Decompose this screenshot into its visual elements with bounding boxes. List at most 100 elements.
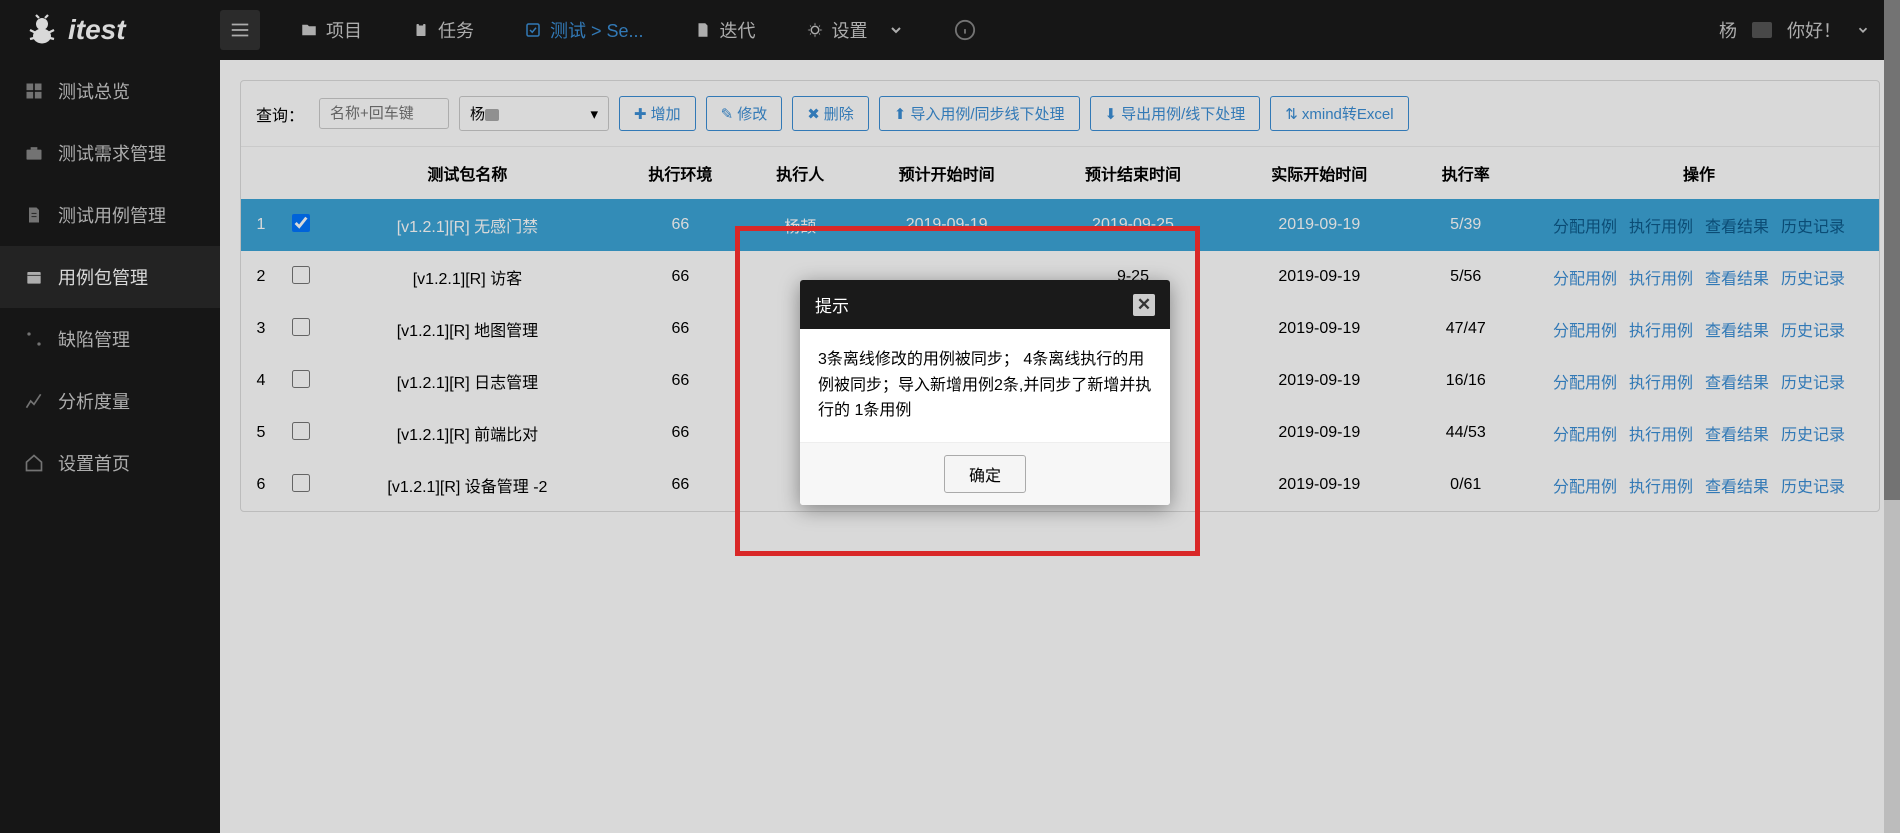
search-input[interactable] [319, 98, 449, 129]
col-env: 执行环境 [614, 147, 747, 199]
cell-actual-start: 2019-09-19 [1226, 459, 1412, 511]
sidebar-item-cases[interactable]: 测试用例管理 [0, 184, 220, 246]
op-result[interactable]: 查看结果 [1705, 317, 1769, 341]
row-checkbox[interactable] [292, 474, 310, 492]
dialog-header: 提示 ✕ [800, 280, 1170, 329]
row-checkbox[interactable] [292, 422, 310, 440]
op-exec[interactable]: 执行用例 [1629, 213, 1693, 237]
op-exec[interactable]: 执行用例 [1629, 473, 1693, 497]
row-checkbox[interactable] [292, 214, 310, 232]
sidebar-item-overview[interactable]: 测试总览 [0, 60, 220, 122]
table-header-row: 测试包名称 执行环境 执行人 预计开始时间 预计结束时间 实际开始时间 执行率 … [241, 147, 1879, 199]
cell-pkg-name: [v1.2.1][R] 地图管理 [321, 303, 614, 355]
bug-icon [24, 12, 60, 48]
nav-settings[interactable]: 设置 [806, 17, 868, 43]
op-result[interactable]: 查看结果 [1705, 473, 1769, 497]
cell-actual-start: 2019-09-19 [1226, 251, 1412, 303]
import-button[interactable]: ⬆ 导入用例/同步线下处理 [879, 96, 1080, 131]
op-exec[interactable]: 执行用例 [1629, 317, 1693, 341]
caret-down-icon: ▾ [590, 105, 598, 123]
cell-executor: 杨颉 [747, 199, 853, 251]
row-index: 2 [241, 251, 281, 303]
user-name-mask [1752, 22, 1772, 38]
table-row[interactable]: 1 [v1.2.1][R] 无感门禁 66 杨颉 2019-09-19 2019… [241, 199, 1879, 251]
op-exec[interactable]: 执行用例 [1629, 265, 1693, 289]
sidebar-item-analytics[interactable]: 分析度量 [0, 370, 220, 432]
cell-rate: 5/56 [1412, 251, 1519, 303]
add-button[interactable]: ✚ 增加 [619, 96, 696, 131]
scrollbar-track[interactable] [1884, 0, 1900, 833]
col-plan-end: 预计结束时间 [1040, 147, 1226, 199]
app-logo: itest [0, 12, 220, 48]
row-index: 4 [241, 355, 281, 407]
nav-test[interactable]: 测试 > Se... [524, 17, 644, 43]
scrollbar-thumb[interactable] [1884, 0, 1900, 500]
op-history[interactable]: 历史记录 [1781, 369, 1845, 393]
export-button[interactable]: ⬇ 导出用例/线下处理 [1090, 96, 1261, 131]
dialog-footer: 确定 [800, 442, 1170, 505]
op-result[interactable]: 查看结果 [1705, 265, 1769, 289]
cell-pkg-name: [v1.2.1][R] 前端比对 [321, 407, 614, 459]
sidebar-item-requirements[interactable]: 测试需求管理 [0, 122, 220, 184]
nav-iteration[interactable]: 迭代 [694, 17, 756, 43]
op-assign[interactable]: 分配用例 [1553, 369, 1617, 393]
toolbar: 查询： 杨 ▾ ✚ 增加 ✎ 修改 ✖ 删除 ⬆ 导入用例/同步线下处理 ⬇ 导… [241, 81, 1879, 147]
dashboard-icon [24, 81, 44, 101]
op-assign[interactable]: 分配用例 [1553, 473, 1617, 497]
dialog-title: 提示 [815, 292, 849, 317]
row-checkbox[interactable] [292, 318, 310, 336]
sidebar-item-settings-home[interactable]: 设置首页 [0, 432, 220, 494]
cell-actual-start: 2019-09-19 [1226, 355, 1412, 407]
user-greeting[interactable]: 杨你好！ [1719, 17, 1870, 43]
op-history[interactable]: 历史记录 [1781, 213, 1845, 237]
chart-icon [24, 391, 44, 411]
cell-pkg-name: [v1.2.1][R] 无感门禁 [321, 199, 614, 251]
xmind-button[interactable]: ⇅ xmind转Excel [1270, 96, 1408, 131]
nav-project[interactable]: 项目 [300, 17, 362, 43]
delete-button[interactable]: ✖ 删除 [792, 96, 869, 131]
col-plan-start: 预计开始时间 [853, 147, 1039, 199]
op-assign[interactable]: 分配用例 [1553, 265, 1617, 289]
sidebar-item-packages[interactable]: 用例包管理 [0, 246, 220, 308]
cell-pkg-name: [v1.2.1][R] 访客 [321, 251, 614, 303]
cell-env: 66 [614, 303, 747, 355]
name-mask [485, 109, 499, 121]
op-result[interactable]: 查看结果 [1705, 213, 1769, 237]
tools-icon [24, 329, 44, 349]
op-history[interactable]: 历史记录 [1781, 421, 1845, 445]
cell-actual-start: 2019-09-19 [1226, 407, 1412, 459]
cell-pkg-name: [v1.2.1][R] 日志管理 [321, 355, 614, 407]
op-result[interactable]: 查看结果 [1705, 421, 1769, 445]
sidebar-item-defects[interactable]: 缺陷管理 [0, 308, 220, 370]
op-exec[interactable]: 执行用例 [1629, 369, 1693, 393]
row-checkbox[interactable] [292, 370, 310, 388]
op-history[interactable]: 历史记录 [1781, 317, 1845, 341]
nav-task[interactable]: 任务 [412, 17, 474, 43]
op-assign[interactable]: 分配用例 [1553, 421, 1617, 445]
logo-text: itest [68, 14, 126, 46]
row-checkbox[interactable] [292, 266, 310, 284]
chevron-down-icon[interactable] [888, 22, 904, 38]
dialog-close-button[interactable]: ✕ [1133, 294, 1155, 316]
cell-env: 66 [614, 355, 747, 407]
file-icon [24, 205, 44, 225]
op-assign[interactable]: 分配用例 [1553, 213, 1617, 237]
op-assign[interactable]: 分配用例 [1553, 317, 1617, 341]
briefcase-icon [24, 143, 44, 163]
op-history[interactable]: 历史记录 [1781, 265, 1845, 289]
op-history[interactable]: 历史记录 [1781, 473, 1845, 497]
cell-rate: 44/53 [1412, 407, 1519, 459]
op-result[interactable]: 查看结果 [1705, 369, 1769, 393]
executor-dropdown[interactable]: 杨 ▾ [459, 96, 609, 131]
info-icon[interactable] [954, 19, 976, 41]
cell-env: 66 [614, 459, 747, 511]
row-index: 5 [241, 407, 281, 459]
menu-toggle-button[interactable] [220, 10, 260, 50]
chevron-down-icon [1856, 23, 1870, 37]
dialog-confirm-button[interactable]: 确定 [944, 455, 1026, 493]
clipboard-icon [412, 21, 430, 39]
edit-button[interactable]: ✎ 修改 [706, 96, 783, 131]
sidebar: 测试总览 测试需求管理 测试用例管理 用例包管理 缺陷管理 分析度量 设置首页 [0, 60, 220, 833]
hamburger-icon [229, 19, 251, 41]
op-exec[interactable]: 执行用例 [1629, 421, 1693, 445]
